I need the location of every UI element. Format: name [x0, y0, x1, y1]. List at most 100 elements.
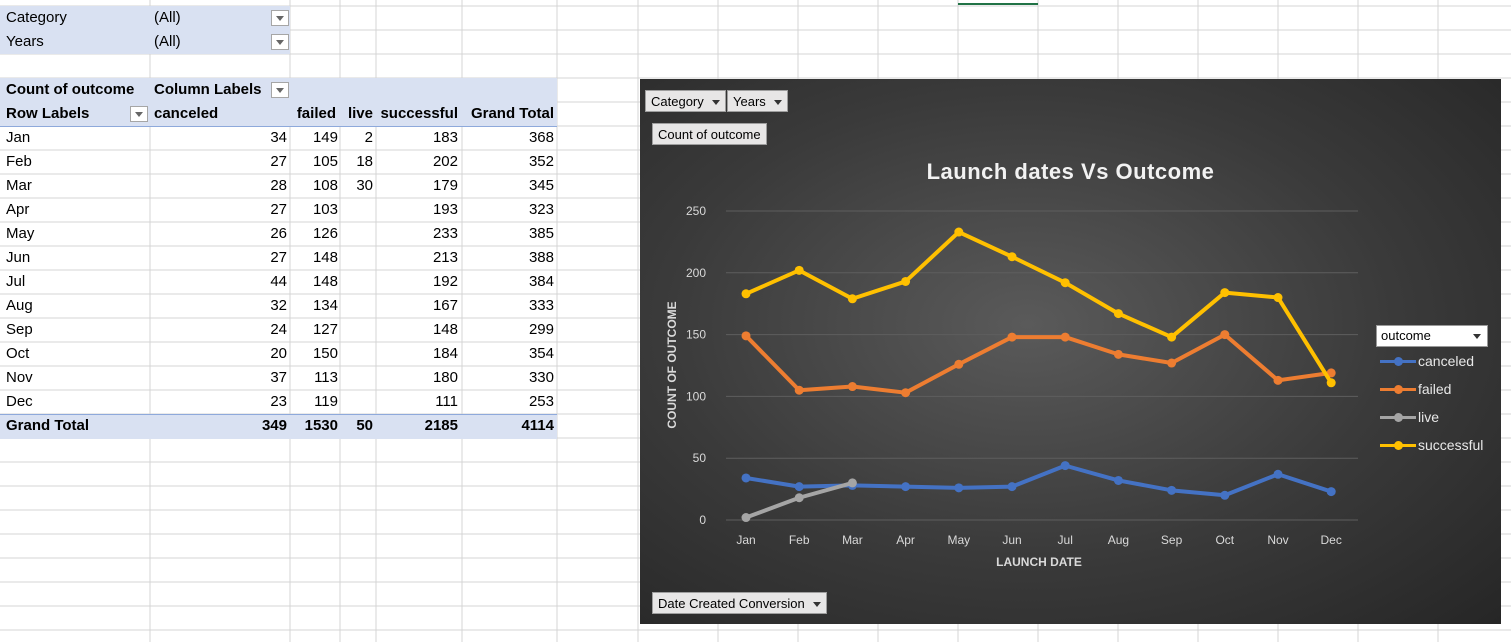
- pivot-value-cell[interactable]: 150: [290, 342, 338, 366]
- pivot-value-cell[interactable]: [340, 342, 373, 366]
- pivot-value-cell[interactable]: 26: [150, 222, 287, 246]
- pivot-value-cell[interactable]: 368: [462, 126, 554, 150]
- pivot-value-cell[interactable]: 253: [462, 390, 554, 414]
- pivot-value-cell[interactable]: 20: [150, 342, 287, 366]
- legend-swatch: [1380, 441, 1416, 450]
- pivot-value-cell[interactable]: 345: [462, 174, 554, 198]
- y-tick-label: 100: [686, 389, 706, 403]
- pivot-row-label[interactable]: Jan: [6, 126, 30, 150]
- data-point-successful: [1273, 293, 1283, 303]
- pivot-value-cell[interactable]: 105: [290, 150, 338, 174]
- pivot-grand-total-cell[interactable]: 1530: [290, 414, 338, 438]
- pivot-grand-total-cell[interactable]: 2185: [376, 414, 458, 438]
- pivot-row-label[interactable]: Apr: [6, 198, 29, 222]
- pivot-value-cell[interactable]: [340, 198, 373, 222]
- pivot-value-cell[interactable]: 388: [462, 246, 554, 270]
- active-cell-indicator: [958, 3, 1038, 5]
- pivot-value-cell[interactable]: 202: [376, 150, 458, 174]
- pivot-value-cell[interactable]: [340, 222, 373, 246]
- pivot-value-cell[interactable]: 2: [340, 126, 373, 150]
- pivot-value-cell[interactable]: 32: [150, 294, 287, 318]
- pivot-value-cell[interactable]: 354: [462, 342, 554, 366]
- pivot-value-cell[interactable]: 193: [376, 198, 458, 222]
- pivot-value-cell[interactable]: 352: [462, 150, 554, 174]
- pivot-value-cell[interactable]: 148: [376, 318, 458, 342]
- pivot-value-cell[interactable]: 27: [150, 246, 287, 270]
- pivot-row-label[interactable]: Dec: [6, 390, 33, 414]
- column-labels-dropdown[interactable]: [271, 82, 289, 98]
- pivot-value-cell[interactable]: 18: [340, 150, 373, 174]
- pivot-value-cell[interactable]: 148: [290, 270, 338, 294]
- chart-axis-field[interactable]: Date Created Conversion: [652, 592, 827, 614]
- legend-label: live: [1418, 409, 1440, 425]
- pivot-value-cell[interactable]: 44: [150, 270, 287, 294]
- pivot-value-cell[interactable]: 113: [290, 366, 338, 390]
- pivot-value-cell[interactable]: 167: [376, 294, 458, 318]
- pivot-value-cell[interactable]: 183: [376, 126, 458, 150]
- pivot-row-label[interactable]: Oct: [6, 342, 29, 366]
- pivot-value-cell[interactable]: 103: [290, 198, 338, 222]
- pivot-value-cell[interactable]: 384: [462, 270, 554, 294]
- filter-dropdown-category[interactable]: [271, 10, 289, 26]
- pivot-row-label[interactable]: Sep: [6, 318, 33, 342]
- legend-swatch: [1380, 385, 1416, 394]
- row-labels-dropdown[interactable]: [130, 106, 148, 122]
- pivot-row-label[interactable]: Jun: [6, 246, 30, 270]
- pivot-value-cell[interactable]: 149: [290, 126, 338, 150]
- data-point-successful: [794, 265, 804, 275]
- pivot-value-cell[interactable]: 385: [462, 222, 554, 246]
- pivot-row-label[interactable]: May: [6, 222, 34, 246]
- pivot-value-cell[interactable]: 148: [290, 246, 338, 270]
- pivot-row-label[interactable]: Nov: [6, 366, 33, 390]
- pivot-row-label[interactable]: Feb: [6, 150, 32, 174]
- pivot-value-cell[interactable]: [340, 270, 373, 294]
- pivot-value-cell[interactable]: 24: [150, 318, 287, 342]
- pivot-value-cell[interactable]: 213: [376, 246, 458, 270]
- pivot-value-cell[interactable]: [340, 246, 373, 270]
- pivot-value-cell[interactable]: 179: [376, 174, 458, 198]
- data-point-canceled: [794, 482, 804, 492]
- pivot-value-cell[interactable]: 34: [150, 126, 287, 150]
- pivot-grand-total-cell[interactable]: 349: [150, 414, 287, 438]
- pivot-value-cell[interactable]: 333: [462, 294, 554, 318]
- pivot-grand-total-cell[interactable]: 50: [340, 414, 373, 438]
- pivot-value-cell[interactable]: 134: [290, 294, 338, 318]
- data-point-successful: [741, 289, 751, 299]
- legend-field-dropdown[interactable]: outcome: [1376, 325, 1488, 347]
- pivot-row-labels: Row Labels: [6, 105, 90, 122]
- pivot-value-cell[interactable]: 119: [290, 390, 338, 414]
- pivot-value-cell[interactable]: 233: [376, 222, 458, 246]
- pivot-value-cell[interactable]: 28: [150, 174, 287, 198]
- data-point-live: [847, 478, 857, 488]
- pivot-value-cell[interactable]: 127: [290, 318, 338, 342]
- pivot-value-cell[interactable]: 108: [290, 174, 338, 198]
- pivot-grand-total-cell[interactable]: 4114: [462, 414, 554, 438]
- pivot-chart[interactable]: Category Years Count of outcome Launch d…: [640, 79, 1501, 624]
- pivot-grand-total-label: Grand Total: [6, 417, 90, 434]
- pivot-value-cell[interactable]: 180: [376, 366, 458, 390]
- pivot-row-label[interactable]: Jul: [6, 270, 25, 294]
- pivot-row-label[interactable]: Aug: [6, 294, 33, 318]
- pivot-value-cell[interactable]: 37: [150, 366, 287, 390]
- pivot-value-cell[interactable]: [340, 390, 373, 414]
- pivot-value-cell[interactable]: [340, 318, 373, 342]
- pivot-value-cell[interactable]: 184: [376, 342, 458, 366]
- pivot-value-cell[interactable]: 23: [150, 390, 287, 414]
- pivot-value-cell[interactable]: 30: [340, 174, 373, 198]
- pivot-value-cell[interactable]: 330: [462, 366, 554, 390]
- pivot-row-label[interactable]: Mar: [6, 174, 32, 198]
- pivot-value-cell[interactable]: 323: [462, 198, 554, 222]
- pivot-col-header: failed: [296, 105, 336, 122]
- pivot-value-cell[interactable]: 299: [462, 318, 554, 342]
- data-point-canceled: [741, 473, 751, 483]
- pivot-value-cell[interactable]: 192: [376, 270, 458, 294]
- y-tick-label: 250: [686, 204, 706, 218]
- data-point-failed: [1167, 358, 1177, 368]
- pivot-value-cell[interactable]: 126: [290, 222, 338, 246]
- pivot-value-cell[interactable]: 111: [376, 390, 458, 414]
- filter-dropdown-years[interactable]: [271, 34, 289, 50]
- pivot-value-cell[interactable]: 27: [150, 150, 287, 174]
- pivot-value-cell[interactable]: 27: [150, 198, 287, 222]
- pivot-value-cell[interactable]: [340, 294, 373, 318]
- pivot-value-cell[interactable]: [340, 366, 373, 390]
